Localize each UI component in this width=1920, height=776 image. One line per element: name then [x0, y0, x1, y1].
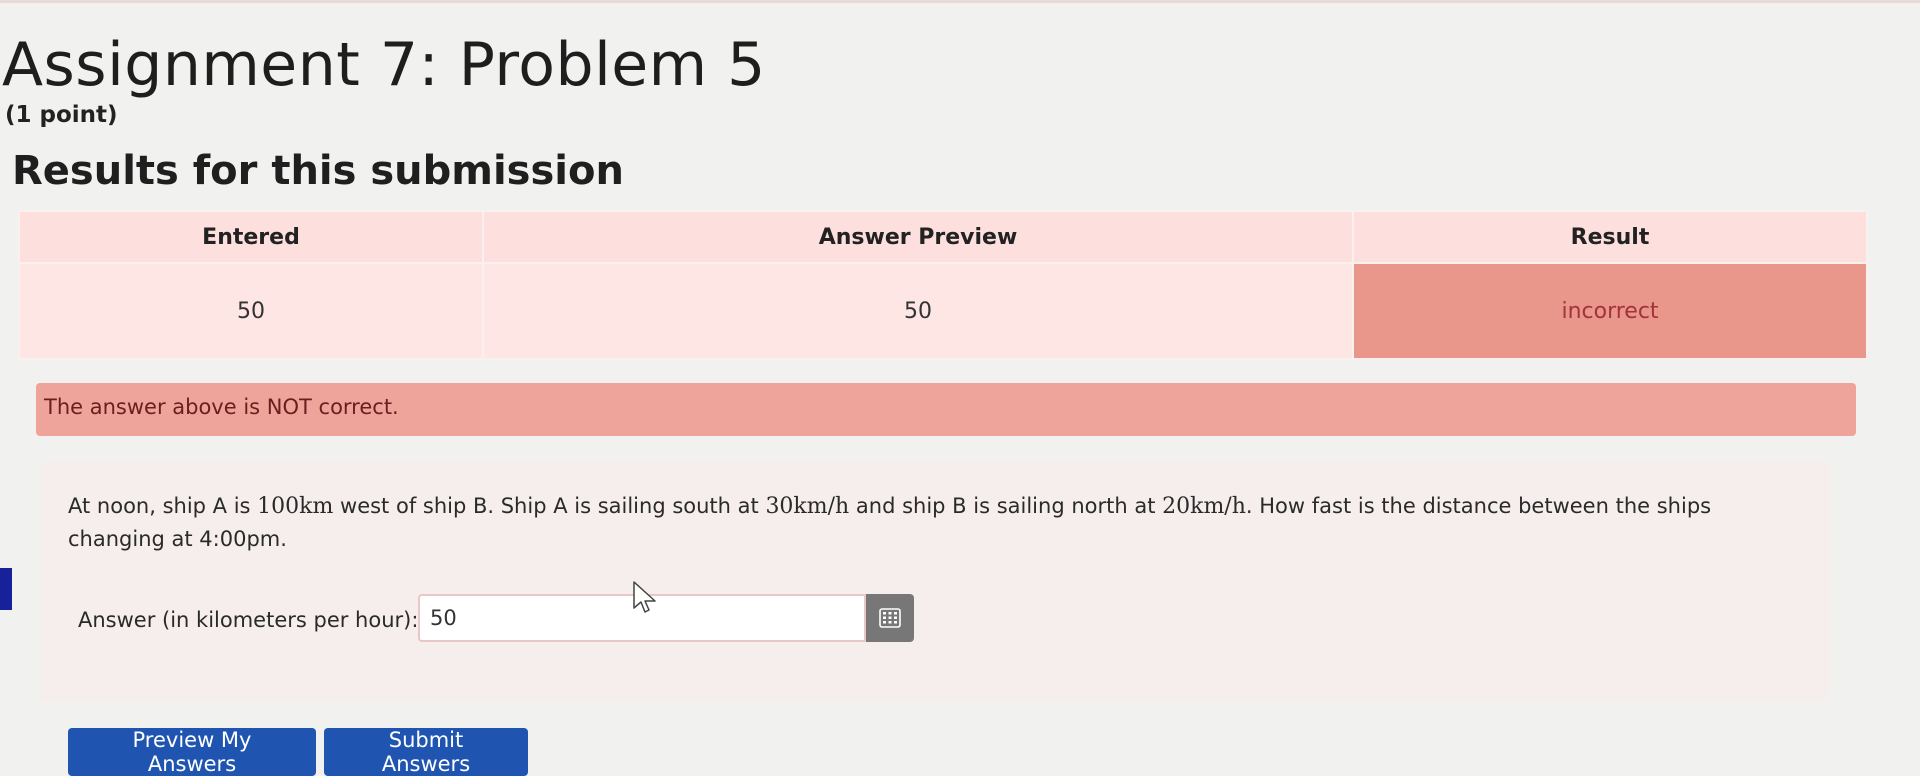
problem-panel: At noon, ship A is 100km west of ship B.… — [40, 462, 1830, 702]
math-speed-a: 30km/h — [765, 494, 850, 519]
left-edge-marker — [0, 568, 12, 610]
answer-label: Answer (in kilometers per hour): — [78, 608, 419, 632]
problem-text-3: and ship B is sailing north at — [849, 494, 1163, 518]
header-answer-preview: Answer Preview — [482, 210, 1354, 264]
submit-answers-button[interactable]: Submit Answers — [324, 728, 528, 776]
results-header-row: Entered Answer Preview Result — [18, 210, 1868, 264]
mouse-pointer-icon — [633, 581, 656, 613]
table-row: 50 50 incorrect — [18, 262, 1868, 360]
cell-answer-preview: 50 — [482, 262, 1354, 360]
problem-statement: At noon, ship A is 100km west of ship B.… — [68, 490, 1768, 556]
problem-text-1: At noon, ship A is — [68, 494, 258, 518]
results-table: Entered Answer Preview Result 50 50 inco… — [18, 210, 1868, 360]
math-distance: 100km — [257, 494, 334, 519]
top-border — [0, 0, 1920, 3]
math-speed-b: 20km/h — [1162, 494, 1246, 519]
equation-editor-button[interactable] — [866, 594, 914, 642]
results-heading: Results for this submission — [12, 148, 624, 194]
header-entered: Entered — [18, 210, 484, 264]
header-result: Result — [1352, 210, 1868, 264]
cell-entered: 50 — [18, 262, 484, 360]
calculator-icon — [879, 608, 901, 628]
incorrect-alert: The answer above is NOT correct. — [36, 383, 1856, 436]
preview-answers-button[interactable]: Preview My Answers — [68, 728, 316, 776]
problem-text-2: west of ship B. Ship A is sailing south … — [333, 494, 766, 518]
alert-text: The answer above is NOT correct. — [44, 395, 399, 419]
page-title: Assignment 7: Problem 5 — [2, 30, 766, 100]
cell-result-incorrect: incorrect — [1352, 262, 1868, 360]
problem-points: (1 point) — [5, 102, 118, 128]
